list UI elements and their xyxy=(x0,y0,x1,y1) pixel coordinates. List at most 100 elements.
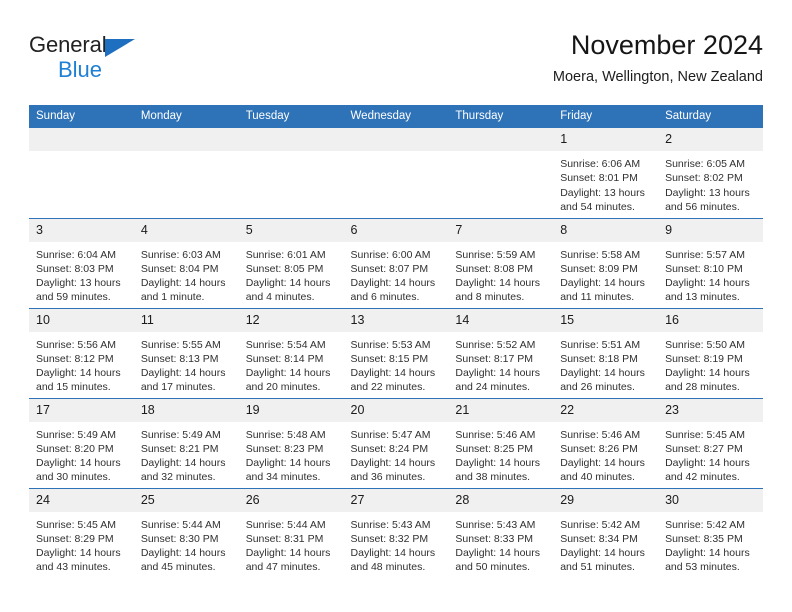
day-number: 7 xyxy=(448,218,554,242)
day-sun-info: Sunrise: 5:45 AM Sunset: 8:29 PM Daylight:… xyxy=(29,512,134,575)
day-info-line: Daylight: 14 hours xyxy=(140,367,226,380)
day-sun-info: Sunrise: 5:49 AM Sunset: 8:21 PM Daylight:… xyxy=(134,422,239,485)
day-info-line: and 45 minutes. xyxy=(140,561,216,574)
calendar-day-cell[interactable]: 30 Sunrise: 5:42 AM Sunset: 8:35 PM Dayligh… xyxy=(658,487,763,578)
calendar-day-cell[interactable]: 24 Sunrise: 5:45 AM Sunset: 8:29 PM Dayligh… xyxy=(29,487,134,578)
calendar-day-cell[interactable]: 29 Sunrise: 5:42 AM Sunset: 8:34 PM Dayligh… xyxy=(553,487,659,579)
day-sun-info: Sunrise: 5:52 AM Sunset: 8:17 PM Daylight:… xyxy=(448,332,553,395)
calendar-day-cell[interactable]: 9 Sunrise: 5:57 AM Sunset: 8:10 PM Daylight… xyxy=(658,217,763,308)
day-info-line: and 59 minutes. xyxy=(36,291,111,304)
day-number: 17 xyxy=(29,398,134,422)
day-info-line: Daylight: 14 hours xyxy=(36,367,121,380)
day-number: 9 xyxy=(658,218,763,242)
day-cell-inner: 29 Sunrise: 5:42 AM Sunset: 8:34 PM Dayligh… xyxy=(553,488,659,579)
day-sun-info: Sunrise: 6:00 AM Sunset: 8:07 PM Daylight:… xyxy=(344,242,449,305)
day-sun-info: Sunrise: 5:56 AM Sunset: 8:12 PM Daylight:… xyxy=(29,332,134,395)
day-info-line: and 51 minutes. xyxy=(560,561,635,574)
day-number: 25 xyxy=(133,488,239,512)
day-sun-info: Sunrise: 5:48 AM Sunset: 8:23 PM Daylight:… xyxy=(239,422,344,485)
calendar-day-cell[interactable]: 16 Sunrise: 5:50 AM Sunset: 8:19 PM Dayligh… xyxy=(658,307,763,398)
day-info-line: Sunset: 8:20 PM xyxy=(36,442,114,455)
day-sun-info: Sunrise: 5:42 AM Sunset: 8:34 PM Daylight:… xyxy=(553,512,658,575)
day-sun-info: Sunrise: 5:55 AM Sunset: 8:13 PM Daylight:… xyxy=(134,332,239,395)
calendar-day-cell[interactable]: 11 Sunrise: 5:55 AM Sunset: 8:13 PM Dayligh… xyxy=(133,307,239,398)
calendar-day-cell[interactable]: 26 Sunrise: 5:44 AM Sunset: 8:31 PM Dayligh… xyxy=(238,487,344,578)
day-info-line: Sunset: 8:23 PM xyxy=(245,442,324,455)
calendar-day-cell[interactable]: 1 Sunrise: 6:06 AM Sunset: 8:01 PM Daylight… xyxy=(553,128,659,218)
calendar-table: Sunday Monday Tuesday Wednesday Thursday Frid… xyxy=(29,105,763,578)
day-info-line: Daylight: 14 hours xyxy=(245,367,331,380)
calendar-day-cell[interactable]: 4 Sunrise: 6:03 AM Sunset: 8:04 PM Daylight… xyxy=(133,217,239,308)
day-number: 16 xyxy=(658,308,763,332)
day-number xyxy=(133,128,239,151)
calendar-day-cell[interactable]: 5 Sunrise: 6:01 AM Sunset: 8:05 PM Daylight… xyxy=(238,217,344,308)
general-blue-logo[interactable]: General Blue xyxy=(29,34,159,88)
day-info-line: Daylight: 14 hours xyxy=(36,457,121,470)
day-number: 13 xyxy=(343,308,449,332)
day-number xyxy=(343,128,449,151)
day-info-line: and 47 minutes. xyxy=(245,561,321,574)
day-info-line: and 53 minutes. xyxy=(665,561,740,574)
day-info-line: Sunrise: 5:44 AM xyxy=(245,518,326,531)
day-number: 3 xyxy=(29,218,134,242)
calendar-day-cell[interactable]: 3 Sunrise: 6:04 AM Sunset: 8:03 PM Daylight… xyxy=(29,217,134,308)
day-number: 5 xyxy=(238,218,344,242)
page-title: November 2024 xyxy=(570,30,763,60)
calendar-day-cell[interactable]: 19 Sunrise: 5:48 AM Sunset: 8:23 PM Dayligh… xyxy=(238,397,344,488)
calendar-day-cell[interactable]: 28 Sunrise: 5:43 AM Sunset: 8:33 PM Dayligh… xyxy=(448,487,554,578)
calendar-day-cell[interactable]: 7 Sunrise: 5:59 AM Sunset: 8:08 PM Daylight… xyxy=(448,217,554,308)
weekday-header-tuesday: Tuesday xyxy=(238,105,344,128)
calendar-day-cell[interactable]: 15 Sunrise: 5:51 AM Sunset: 8:18 PM Dayligh… xyxy=(553,307,659,398)
weekday-header-sunday: Sunday xyxy=(29,105,134,128)
day-info-line: Daylight: 14 hours xyxy=(665,547,750,560)
day-info-line: Sunset: 8:13 PM xyxy=(140,352,219,365)
day-sun-info: Sunrise: 6:05 AM Sunset: 8:02 PM Daylight:… xyxy=(658,151,763,214)
day-info-line: Sunset: 8:24 PM xyxy=(350,442,429,455)
day-info-line: Sunrise: 5:58 AM xyxy=(560,248,641,261)
day-number: 10 xyxy=(29,308,134,332)
calendar-day-cell[interactable]: 18 Sunrise: 5:49 AM Sunset: 8:21 PM Dayligh… xyxy=(133,397,239,488)
day-info-line: Sunrise: 6:03 AM xyxy=(140,248,221,261)
day-number xyxy=(448,128,554,151)
calendar-day-cell[interactable]: 22 Sunrise: 5:46 AM Sunset: 8:26 PM Dayligh… xyxy=(553,397,659,488)
day-info-line: Daylight: 14 hours xyxy=(455,277,541,290)
calendar-day-cell[interactable]: 12 Sunrise: 5:54 AM Sunset: 8:14 PM Dayligh… xyxy=(238,307,344,398)
day-info-line: and 17 minutes. xyxy=(140,381,216,394)
day-info-line: and 1 minute. xyxy=(140,291,205,304)
day-cell-inner xyxy=(448,128,554,218)
day-cell-inner: 3 Sunrise: 6:04 AM Sunset: 8:03 PM Daylight… xyxy=(29,218,134,308)
day-info-line: Sunset: 8:34 PM xyxy=(560,532,638,545)
day-info-line: and 43 minutes. xyxy=(36,561,111,574)
calendar-day-cell[interactable]: 17 Sunrise: 5:49 AM Sunset: 8:20 PM Dayligh… xyxy=(29,397,134,488)
calendar-day-cell[interactable]: 8 Sunrise: 5:58 AM Sunset: 8:09 PM Daylight… xyxy=(553,217,659,308)
day-sun-info: Sunrise: 5:53 AM Sunset: 8:15 PM Daylight:… xyxy=(344,332,449,395)
day-info-line: Sunrise: 5:52 AM xyxy=(455,338,536,351)
day-sun-info: Sunrise: 5:51 AM Sunset: 8:18 PM Daylight:… xyxy=(553,332,658,395)
day-info-line: and 15 minutes. xyxy=(36,381,111,394)
day-info-line: and 24 minutes. xyxy=(455,381,531,394)
calendar-day-cell[interactable]: 13 Sunrise: 5:53 AM Sunset: 8:15 PM Dayligh… xyxy=(343,307,449,398)
day-number: 22 xyxy=(553,398,659,422)
calendar-day-cell[interactable]: 27 Sunrise: 5:43 AM Sunset: 8:32 PM Dayligh… xyxy=(343,487,449,578)
calendar-day-cell[interactable]: 14 Sunrise: 5:52 AM Sunset: 8:17 PM Dayligh… xyxy=(448,307,554,398)
day-info-line: Sunrise: 5:50 AM xyxy=(665,338,746,351)
calendar-day-cell[interactable]: 21 Sunrise: 5:46 AM Sunset: 8:25 PM Dayligh… xyxy=(448,397,554,488)
day-info-line: Daylight: 14 hours xyxy=(455,367,541,380)
calendar-day-cell[interactable]: 25 Sunrise: 5:44 AM Sunset: 8:30 PM Dayligh… xyxy=(133,487,239,578)
calendar-day-cell[interactable]: 2 Sunrise: 6:05 AM Sunset: 8:02 PM Daylight… xyxy=(658,128,763,218)
day-info-line: Sunset: 8:02 PM xyxy=(665,172,743,185)
day-number: 23 xyxy=(658,398,763,422)
day-number: 24 xyxy=(29,488,134,512)
day-info-line: Daylight: 14 hours xyxy=(245,547,331,560)
day-number: 11 xyxy=(133,308,239,332)
calendar-day-cell[interactable]: 23 Sunrise: 5:45 AM Sunset: 8:27 PM Dayligh… xyxy=(658,397,763,488)
day-number: 27 xyxy=(343,488,449,512)
calendar-day-cell[interactable]: 6 Sunrise: 6:00 AM Sunset: 8:07 PM Daylight… xyxy=(343,217,449,308)
day-info-line: Daylight: 14 hours xyxy=(560,367,645,380)
day-sun-info: Sunrise: 5:44 AM Sunset: 8:30 PM Daylight:… xyxy=(134,512,239,575)
day-info-line: and 56 minutes. xyxy=(665,200,740,213)
calendar-day-cell-empty xyxy=(29,128,134,218)
day-info-line: and 30 minutes. xyxy=(36,471,111,484)
calendar-day-cell[interactable]: 10 Sunrise: 5:56 AM Sunset: 8:12 PM Dayligh… xyxy=(29,307,134,398)
calendar-day-cell[interactable]: 20 Sunrise: 5:47 AM Sunset: 8:24 PM Dayligh… xyxy=(343,397,449,488)
